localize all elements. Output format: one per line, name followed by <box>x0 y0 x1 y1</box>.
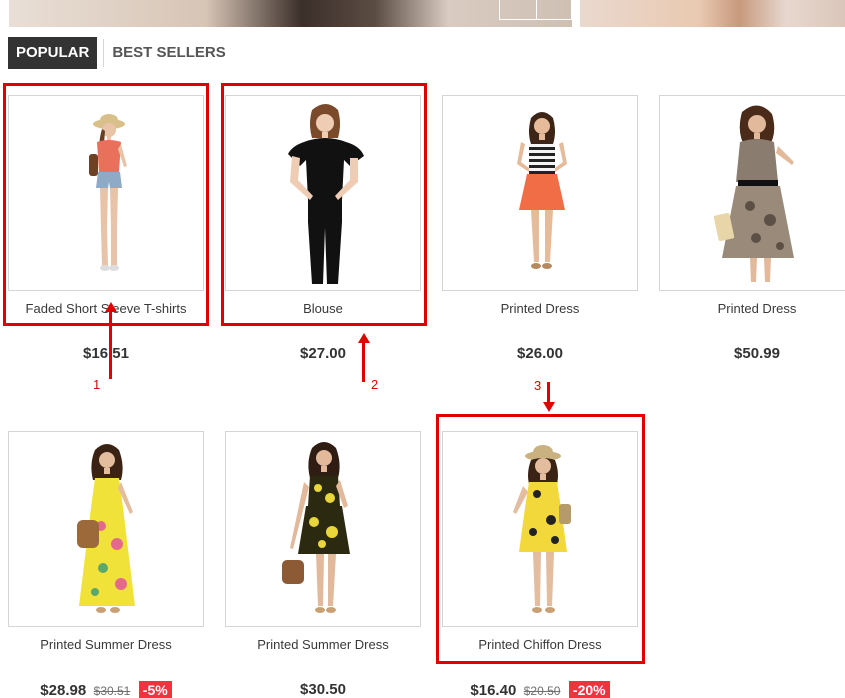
price-row: $50.99 <box>659 345 845 363</box>
product-image[interactable] <box>225 95 421 291</box>
price-row: $27.00 <box>225 345 421 363</box>
product-price: $26.00 <box>517 345 563 362</box>
promo-banner-left[interactable] <box>9 0 572 27</box>
annotation-number-1: 1 <box>93 377 101 392</box>
product-image[interactable] <box>225 431 421 627</box>
woman-yellow-chiffon-dress-image <box>513 445 571 613</box>
product-old-price: $30.51 <box>93 684 131 698</box>
product-price: $28.98 <box>40 682 87 698</box>
product-old-price: $20.50 <box>523 684 561 698</box>
product-image[interactable] <box>8 431 204 627</box>
product-name[interactable]: Printed Summer Dress <box>225 637 421 652</box>
arrow-3-shaft <box>547 382 550 404</box>
price-row: $26.00 <box>442 345 638 363</box>
product-price: $50.99 <box>734 345 780 362</box>
woman-black-blouse-image <box>288 104 364 284</box>
annotation-number-3: 3 <box>534 378 542 393</box>
price-row: $16.40 $20.50 -20% <box>442 681 638 698</box>
product-price: $27.00 <box>300 345 346 362</box>
product-image[interactable] <box>442 95 638 291</box>
product-name[interactable]: Blouse <box>225 301 421 316</box>
annotation-number-2: 2 <box>371 377 379 392</box>
arrow-down-icon <box>542 402 555 412</box>
product-listing-page: POPULAR BEST SELLERS Faded Short Sleeve … <box>0 0 845 698</box>
product-price: $16.40 <box>470 682 517 698</box>
product-image[interactable] <box>442 431 638 627</box>
discount-badge: -20% <box>568 681 610 698</box>
woman-yellow-maxi-dress-image <box>77 444 135 613</box>
product-name[interactable]: Printed Summer Dress <box>8 637 204 652</box>
woman-orange-top-denim-shorts-image <box>89 114 127 271</box>
product-image[interactable] <box>659 95 845 291</box>
banner-frame-decoration <box>499 0 572 20</box>
woman-printed-dress-image <box>713 105 794 282</box>
product-name[interactable]: Printed Chiffon Dress <box>442 637 638 652</box>
product-price: $16.51 <box>83 345 129 362</box>
tab-popular[interactable]: POPULAR <box>8 37 98 69</box>
arrow-up-icon <box>357 333 370 343</box>
tab-best-sellers[interactable]: BEST SELLERS <box>103 39 233 67</box>
product-name[interactable]: Printed Dress <box>442 301 638 316</box>
arrow-1-shaft <box>109 309 112 379</box>
price-row: $30.50 <box>225 681 421 698</box>
product-name[interactable]: Printed Dress <box>659 301 845 316</box>
woman-yellow-black-dress-image <box>282 442 350 613</box>
promo-banner-right[interactable] <box>580 0 845 27</box>
product-image[interactable] <box>8 95 204 291</box>
arrow-up-icon <box>104 302 117 312</box>
product-tabs: POPULAR BEST SELLERS <box>8 37 234 69</box>
product-price: $30.50 <box>300 681 346 698</box>
discount-badge: -5% <box>138 681 172 698</box>
arrow-2-shaft <box>362 340 365 382</box>
price-row: $28.98 $30.51 -5% <box>8 681 204 698</box>
price-row: $16.51 <box>8 345 204 363</box>
woman-striped-top-orange-skirt-image <box>517 112 567 269</box>
